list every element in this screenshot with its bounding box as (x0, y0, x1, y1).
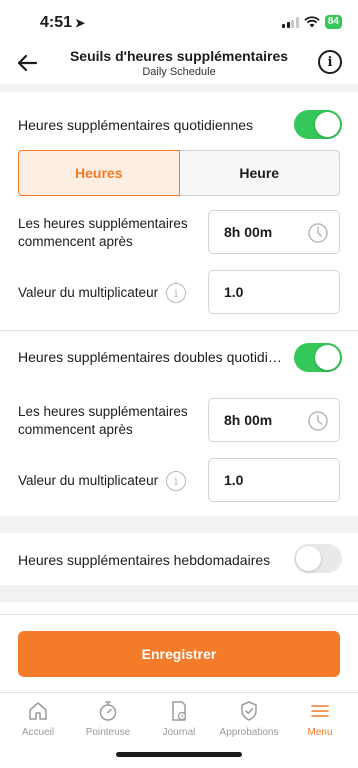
home-indicator (116, 752, 242, 757)
weekly-overtime-section: Heures supplémentaires hebdomadaires (0, 533, 358, 585)
tab-accueil[interactable]: Accueil (2, 699, 74, 738)
toggle-knob (315, 112, 340, 137)
page-header: Seuils d'heures supplémentaires Daily Sc… (0, 44, 358, 84)
wifi-icon (304, 16, 320, 28)
segment-heures[interactable]: Heures (18, 150, 180, 196)
double-start-time-value: 8h 00m (224, 412, 273, 428)
double-start-time-field[interactable]: 8h 00m (208, 398, 340, 442)
signal-icon (282, 16, 299, 28)
page-title: Seuils d'heures supplémentaires (69, 48, 289, 64)
back-arrow-icon[interactable] (14, 50, 40, 76)
next-section-partial (0, 602, 358, 614)
segment-heure[interactable]: Heure (179, 150, 340, 196)
clock-icon[interactable] (307, 410, 329, 432)
home-icon (29, 702, 47, 720)
status-time: 4:51 ➤ (40, 14, 86, 31)
menu-icon (311, 705, 329, 717)
tab-approbations[interactable]: Approbations (213, 699, 285, 738)
toggle-knob (296, 546, 321, 571)
daily-overtime-toggle[interactable] (294, 110, 342, 139)
location-arrow-icon: ➤ (75, 16, 86, 30)
tab-label: Pointeuse (85, 727, 131, 738)
page-subtitle: Daily Schedule (142, 66, 216, 78)
tab-label: Accueil (21, 727, 55, 738)
tab-journal[interactable]: Journal (143, 699, 215, 738)
double-multiplier-field[interactable]: 1.0 (208, 458, 340, 502)
daily-start-time-field[interactable]: 8h 00m (208, 210, 340, 254)
daily-overtime-label: Heures supplémentaires quotidiennes (18, 117, 254, 133)
battery-icon: 84 (324, 15, 342, 29)
unit-segmented-control: Heures Heure (18, 150, 340, 196)
clock-icon[interactable] (307, 222, 329, 244)
double-multiplier-value: 1.0 (224, 472, 244, 488)
daily-multiplier-value: 1.0 (224, 284, 244, 300)
status-bar: 4:51 ➤ 84 (0, 0, 358, 44)
toggle-knob (315, 345, 340, 370)
tab-label: Menu (307, 727, 333, 738)
journal-icon (172, 701, 187, 721)
tab-menu[interactable]: Menu (284, 699, 356, 738)
weekly-overtime-label: Heures supplémentaires hebdomadaires (18, 552, 271, 568)
save-button[interactable]: Enregistrer (18, 631, 340, 677)
shield-check-icon (241, 701, 257, 721)
double-daily-overtime-toggle[interactable] (294, 343, 342, 372)
tab-label: Journal (162, 727, 196, 738)
daily-multiplier-field[interactable]: 1.0 (208, 270, 340, 314)
stopwatch-icon (99, 701, 117, 721)
status-indicators: 84 (282, 15, 342, 29)
double-daily-overtime-label: Heures supplémentaires doubles quotidien… (18, 349, 286, 365)
daily-start-time-value: 8h 00m (224, 224, 273, 240)
double-start-label: Les heures supplémentaires commencent ap… (18, 404, 188, 437)
tab-pointeuse[interactable]: Pointeuse (72, 699, 144, 738)
info-icon[interactable]: i (318, 50, 342, 74)
daily-start-label: Les heures supplémentaires commencent ap… (18, 216, 188, 249)
weekly-overtime-toggle[interactable] (294, 544, 342, 573)
save-area: Enregistrer (0, 614, 358, 692)
multiplier-info-icon[interactable]: i (166, 471, 186, 491)
multiplier-info-icon[interactable]: i (166, 283, 186, 303)
tab-label: Approbations (219, 727, 279, 738)
